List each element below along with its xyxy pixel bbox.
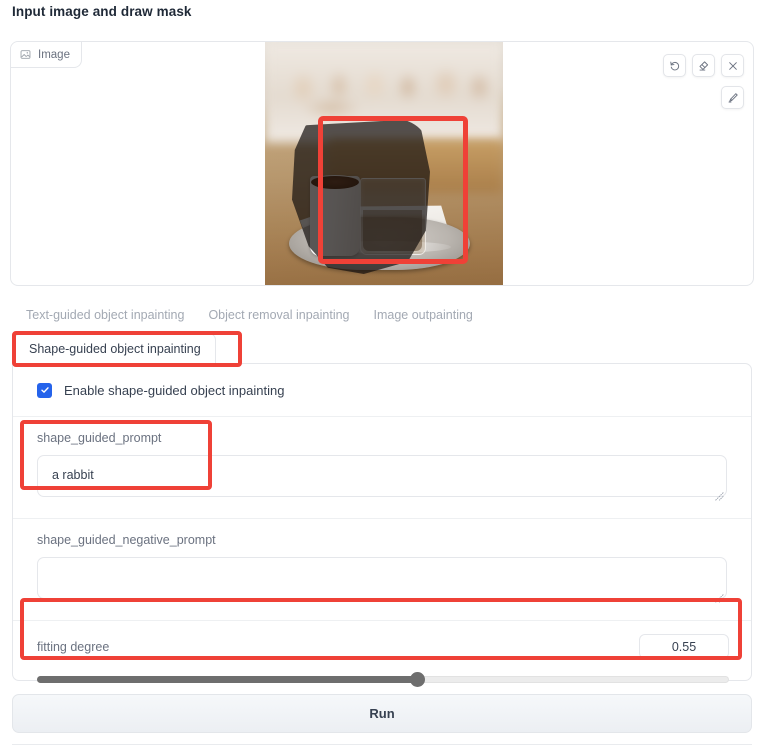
enable-shape-guided-row[interactable]: Enable shape-guided object inpainting <box>13 364 751 417</box>
brush-icon[interactable] <box>721 86 744 109</box>
image-tag: Image <box>11 42 82 68</box>
slider-thumb[interactable] <box>410 672 426 687</box>
eraser-icon[interactable] <box>692 54 715 77</box>
image-icon <box>20 49 31 60</box>
settings-panel: Enable shape-guided object inpainting sh… <box>12 363 752 687</box>
run-button[interactable]: Run <box>12 694 752 733</box>
drawn-mask-stroke <box>292 119 430 274</box>
shape-guided-prompt-label: shape_guided_prompt <box>37 431 162 445</box>
bottom-divider <box>12 744 752 745</box>
canvas-toolbar-secondary <box>721 86 744 109</box>
fitting-degree-row: fitting degree 0.55 <box>13 621 751 700</box>
tab-text-guided-object-inpainting[interactable]: Text-guided object inpainting <box>12 303 196 329</box>
tab-bar: Text-guided object inpainting Object rem… <box>12 303 752 329</box>
tab-object-removal-inpainting[interactable]: Object removal inpainting <box>196 303 361 329</box>
page-title: Input image and draw mask <box>12 4 192 19</box>
image-tag-label: Image <box>38 48 70 61</box>
fitting-degree-value-input[interactable]: 0.55 <box>639 634 729 659</box>
tab-shape-guided-object-inpainting[interactable]: Shape-guided object inpainting <box>14 333 216 364</box>
slider-fill <box>37 676 418 683</box>
shape-guided-negative-prompt-label: shape_guided_negative_prompt <box>37 533 216 547</box>
tab-image-outpainting[interactable]: Image outpainting <box>362 303 485 329</box>
image-canvas-panel[interactable]: Image <box>10 41 754 286</box>
enable-shape-guided-checkbox[interactable] <box>37 382 52 398</box>
shape-guided-negative-prompt-input[interactable] <box>37 557 727 599</box>
fitting-degree-label: fitting degree <box>37 639 110 654</box>
close-icon[interactable] <box>721 54 744 77</box>
undo-icon[interactable] <box>663 54 686 77</box>
image-photo[interactable] <box>265 42 503 285</box>
shape-guided-prompt-row: shape_guided_prompt <box>13 417 751 519</box>
fitting-degree-slider[interactable] <box>37 672 729 687</box>
enable-shape-guided-label: Enable shape-guided object inpainting <box>64 382 285 398</box>
shape-guided-prompt-input[interactable] <box>37 455 727 497</box>
shape-guided-negative-prompt-row: shape_guided_negative_prompt <box>13 519 751 621</box>
canvas-toolbar <box>663 54 744 77</box>
